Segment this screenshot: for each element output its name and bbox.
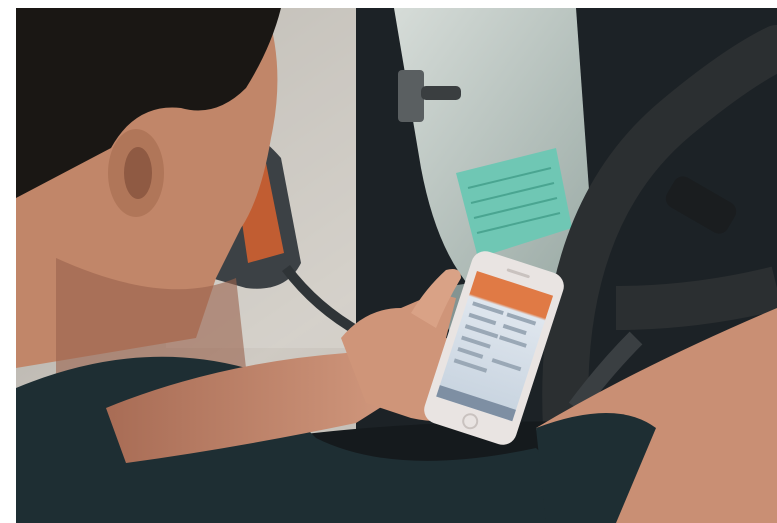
photo — [16, 8, 777, 523]
scene — [16, 8, 777, 523]
window-latch — [398, 70, 424, 122]
